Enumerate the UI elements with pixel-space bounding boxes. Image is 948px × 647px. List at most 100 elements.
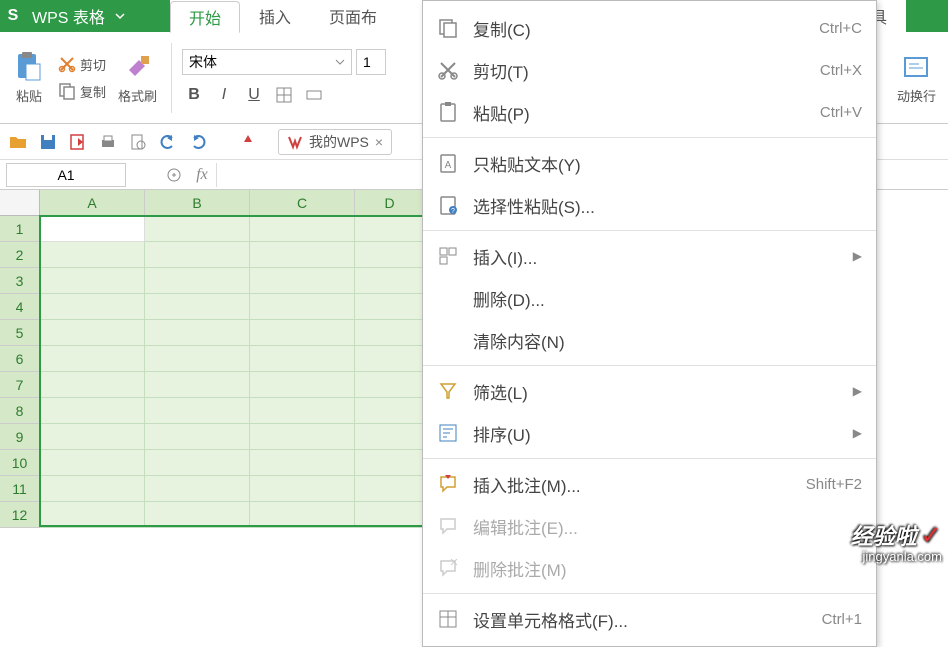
cell[interactable] [145,502,250,528]
cell[interactable] [40,476,145,502]
cell[interactable] [355,372,425,398]
cell[interactable] [250,372,355,398]
menu-item[interactable]: 剪切(T)Ctrl+X [423,49,876,91]
cell[interactable] [40,398,145,424]
cell[interactable] [145,242,250,268]
cell[interactable] [145,294,250,320]
cut-button[interactable]: 剪切 [56,53,108,76]
border-button[interactable] [272,83,296,107]
underline-button[interactable]: U [242,83,266,107]
wizard-icon[interactable] [160,161,188,189]
menu-item[interactable]: 粘贴(P)Ctrl+V [423,91,876,133]
tab-page-layout[interactable]: 页面布 [310,0,396,32]
cell[interactable] [145,320,250,346]
cell[interactable] [40,242,145,268]
tab-insert[interactable]: 插入 [240,0,310,32]
cell[interactable] [355,450,425,476]
document-tab[interactable]: 我的WPS × [278,129,392,155]
column-header[interactable]: D [355,190,425,216]
cell[interactable] [40,502,145,528]
cell[interactable] [250,424,355,450]
column-header[interactable]: B [145,190,250,216]
column-header[interactable]: C [250,190,355,216]
cell[interactable] [355,502,425,528]
menu-item[interactable]: 复制(C)Ctrl+C [423,7,876,49]
row-header[interactable]: 5 [0,320,40,346]
format-painter-button[interactable]: 格式刷 [114,46,161,109]
select-all-corner[interactable] [0,190,40,216]
cell[interactable] [250,216,355,242]
cell[interactable] [145,398,250,424]
cell[interactable] [145,268,250,294]
row-header[interactable]: 1 [0,216,40,242]
save-icon[interactable] [38,132,58,152]
tab-start[interactable]: 开始 [170,1,240,33]
cell[interactable] [40,424,145,450]
row-header[interactable]: 10 [0,450,40,476]
cell[interactable] [250,502,355,528]
menu-item[interactable]: 筛选(L)▶ [423,370,876,412]
cell[interactable] [250,450,355,476]
cell[interactable] [355,346,425,372]
menu-item[interactable]: 删除(D)... [423,277,876,319]
cell[interactable] [355,398,425,424]
name-box[interactable]: A1 [6,163,126,187]
paste-button[interactable]: 粘贴 [8,46,50,109]
font-name-select[interactable]: 宋体 [182,49,352,75]
copy-button[interactable]: 复制 [56,80,108,103]
cell[interactable] [355,216,425,242]
cell[interactable] [145,450,250,476]
row-header[interactable]: 8 [0,398,40,424]
app-menu-dropdown[interactable] [111,0,129,32]
cell[interactable] [250,242,355,268]
cell[interactable] [250,320,355,346]
print-icon[interactable] [98,132,118,152]
menu-item[interactable]: 插入(I)...▶ [423,235,876,277]
cell[interactable] [355,294,425,320]
wrap-text-button[interactable]: 动换行 [893,46,940,109]
cell[interactable] [250,294,355,320]
print-preview-icon[interactable] [128,132,148,152]
column-header[interactable]: A [40,190,145,216]
menu-item[interactable]: ?选择性粘贴(S)... [423,184,876,226]
cell[interactable] [40,346,145,372]
cell[interactable] [40,450,145,476]
row-header[interactable]: 4 [0,294,40,320]
cell[interactable] [355,476,425,502]
row-header[interactable]: 12 [0,502,40,528]
cancel-icon[interactable] [132,161,160,189]
row-header[interactable]: 9 [0,424,40,450]
cell[interactable] [145,346,250,372]
export-icon[interactable] [68,132,88,152]
cell[interactable] [40,372,145,398]
menu-item[interactable]: 插入批注(M)...Shift+F2 [423,463,876,505]
bold-button[interactable]: B [182,83,206,107]
open-icon[interactable] [8,132,28,152]
row-header[interactable]: 7 [0,372,40,398]
merge-button[interactable] [302,83,326,107]
undo-icon[interactable] [158,132,178,152]
close-tab-icon[interactable]: × [375,134,383,150]
cell[interactable] [40,294,145,320]
menu-item[interactable]: 清除内容(N) [423,319,876,361]
cell[interactable] [250,346,355,372]
cell[interactable] [250,398,355,424]
cell[interactable] [250,268,355,294]
italic-button[interactable]: I [212,83,236,107]
fx-button[interactable]: fx [188,161,216,189]
cell[interactable] [40,320,145,346]
cell[interactable] [40,268,145,294]
cell[interactable] [145,216,250,242]
menu-item[interactable]: 设置单元格格式(F)...Ctrl+1 [423,598,876,640]
cell[interactable] [40,216,145,242]
cell[interactable] [355,242,425,268]
redo-icon[interactable] [188,132,208,152]
cell[interactable] [355,424,425,450]
row-header[interactable]: 11 [0,476,40,502]
row-header[interactable]: 2 [0,242,40,268]
row-header[interactable]: 3 [0,268,40,294]
cell[interactable] [145,476,250,502]
font-size-select[interactable]: 1 [356,49,386,75]
cell[interactable] [145,424,250,450]
row-header[interactable]: 6 [0,346,40,372]
